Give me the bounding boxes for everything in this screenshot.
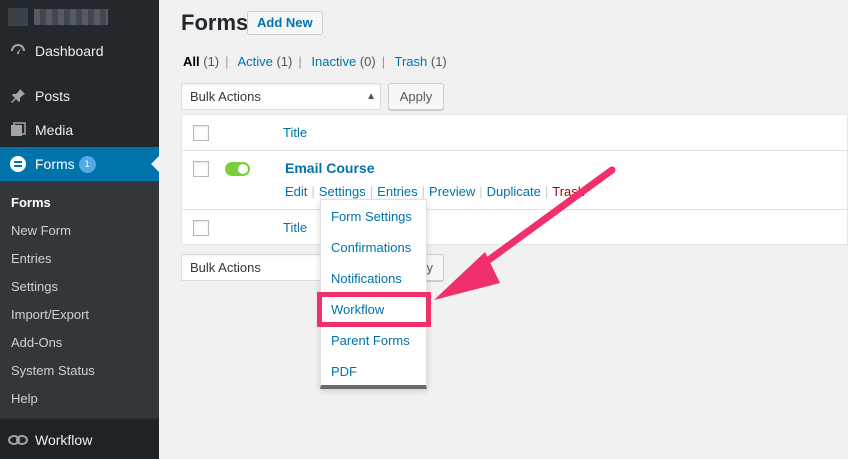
select-arrows-icon: ▲ <box>366 91 376 102</box>
site-logo <box>8 8 28 26</box>
apply-button-visible-text: y <box>426 260 434 275</box>
row-action-edit[interactable]: Edit <box>285 184 307 199</box>
row-action-entries[interactable]: Entries <box>377 184 417 199</box>
form-title-link[interactable]: Email Course <box>285 160 374 176</box>
row-action-trash[interactable]: Trash <box>552 184 585 199</box>
dropdown-item-parent-forms[interactable]: Parent Forms <box>331 333 410 348</box>
bulk-actions-select-top[interactable]: Bulk Actions ▲ <box>181 83 381 110</box>
page-title: Forms <box>181 10 249 35</box>
filter-all-count: (1) <box>203 54 220 69</box>
filter-active-count: (1) <box>276 54 293 69</box>
filter-all[interactable]: All <box>183 54 200 69</box>
select-all-checkbox-bottom[interactable] <box>193 220 209 236</box>
active-menu-notch <box>151 156 159 172</box>
select-all-checkbox-top[interactable] <box>193 125 209 141</box>
sidebar-item-label: Forms <box>35 156 75 172</box>
table-divider <box>182 150 848 151</box>
dropdown-item-notifications[interactable]: Notifications <box>331 271 402 286</box>
dashboard-icon <box>8 41 28 61</box>
apply-button-top[interactable]: Apply <box>388 83 444 110</box>
sidebar-item-media[interactable]: Media <box>0 113 159 147</box>
filter-inactive[interactable]: Inactive <box>311 54 356 69</box>
submenu-item-import-export[interactable]: Import/Export <box>11 307 89 322</box>
bulk-actions-value: Bulk Actions <box>190 260 261 275</box>
sidebar-item-label: Posts <box>35 88 71 104</box>
sidebar-item-forms[interactable]: Forms 1 <box>0 147 159 181</box>
pin-icon <box>8 86 28 106</box>
site-header[interactable] <box>0 0 159 34</box>
row-checkbox[interactable] <box>193 161 209 177</box>
dropdown-item-pdf[interactable]: PDF <box>331 364 357 379</box>
status-filter-links: All (1) | Active (1) | Inactive (0) | Trash… <box>183 54 447 69</box>
form-active-toggle[interactable] <box>225 162 250 176</box>
sidebar-item-label: Dashboard <box>35 43 104 59</box>
filter-trash-count: (1) <box>430 54 447 69</box>
row-actions: Edit | Settings | Entries | Preview | Duplicate |… <box>285 184 586 199</box>
update-count-badge: 1 <box>78 155 96 173</box>
filter-inactive-count: (0) <box>359 54 376 69</box>
sidebar-item-label: Workflow <box>35 431 93 448</box>
submenu-item-forms[interactable]: Forms <box>11 195 51 210</box>
submenu-item-settings[interactable]: Settings <box>11 279 58 294</box>
media-icon <box>8 120 28 140</box>
admin-sidebar: Dashboard Posts Media Forms 1 Forms New … <box>0 0 159 459</box>
row-action-settings[interactable]: Settings <box>319 184 366 199</box>
sidebar-item-posts[interactable]: Posts <box>0 79 159 113</box>
column-header-title[interactable]: Title <box>283 125 307 140</box>
sidebar-item-label: Media <box>35 122 74 138</box>
submenu-item-system-status[interactable]: System Status <box>11 363 95 378</box>
forms-submenu: Forms New Form Entries Settings Import/E… <box>0 181 159 418</box>
row-action-duplicate[interactable]: Duplicate <box>487 184 541 199</box>
column-footer-title[interactable]: Title <box>283 220 307 235</box>
sidebar-item-dashboard[interactable]: Dashboard <box>0 34 159 68</box>
forms-table <box>181 114 848 245</box>
submenu-item-entries[interactable]: Entries <box>11 251 51 266</box>
sidebar-item-workflow[interactable]: Workflow <box>0 420 159 459</box>
annotation-highlight-box <box>317 292 431 327</box>
filter-trash[interactable]: Trash <box>394 54 427 69</box>
add-new-button[interactable]: Add New <box>247 11 323 35</box>
dropdown-item-confirmations[interactable]: Confirmations <box>331 240 411 255</box>
filter-active[interactable]: Active <box>237 54 272 69</box>
site-name-blurred <box>34 9 108 25</box>
table-divider <box>182 209 848 210</box>
submenu-item-new-form[interactable]: New Form <box>11 223 71 238</box>
submenu-item-add-ons[interactable]: Add-Ons <box>11 335 62 350</box>
forms-icon <box>8 154 28 174</box>
submenu-item-help[interactable]: Help <box>11 391 38 406</box>
row-action-preview[interactable]: Preview <box>429 184 475 199</box>
workflow-icon <box>8 433 28 447</box>
bulk-actions-value: Bulk Actions <box>190 89 261 104</box>
dropdown-item-form-settings[interactable]: Form Settings <box>331 209 412 224</box>
